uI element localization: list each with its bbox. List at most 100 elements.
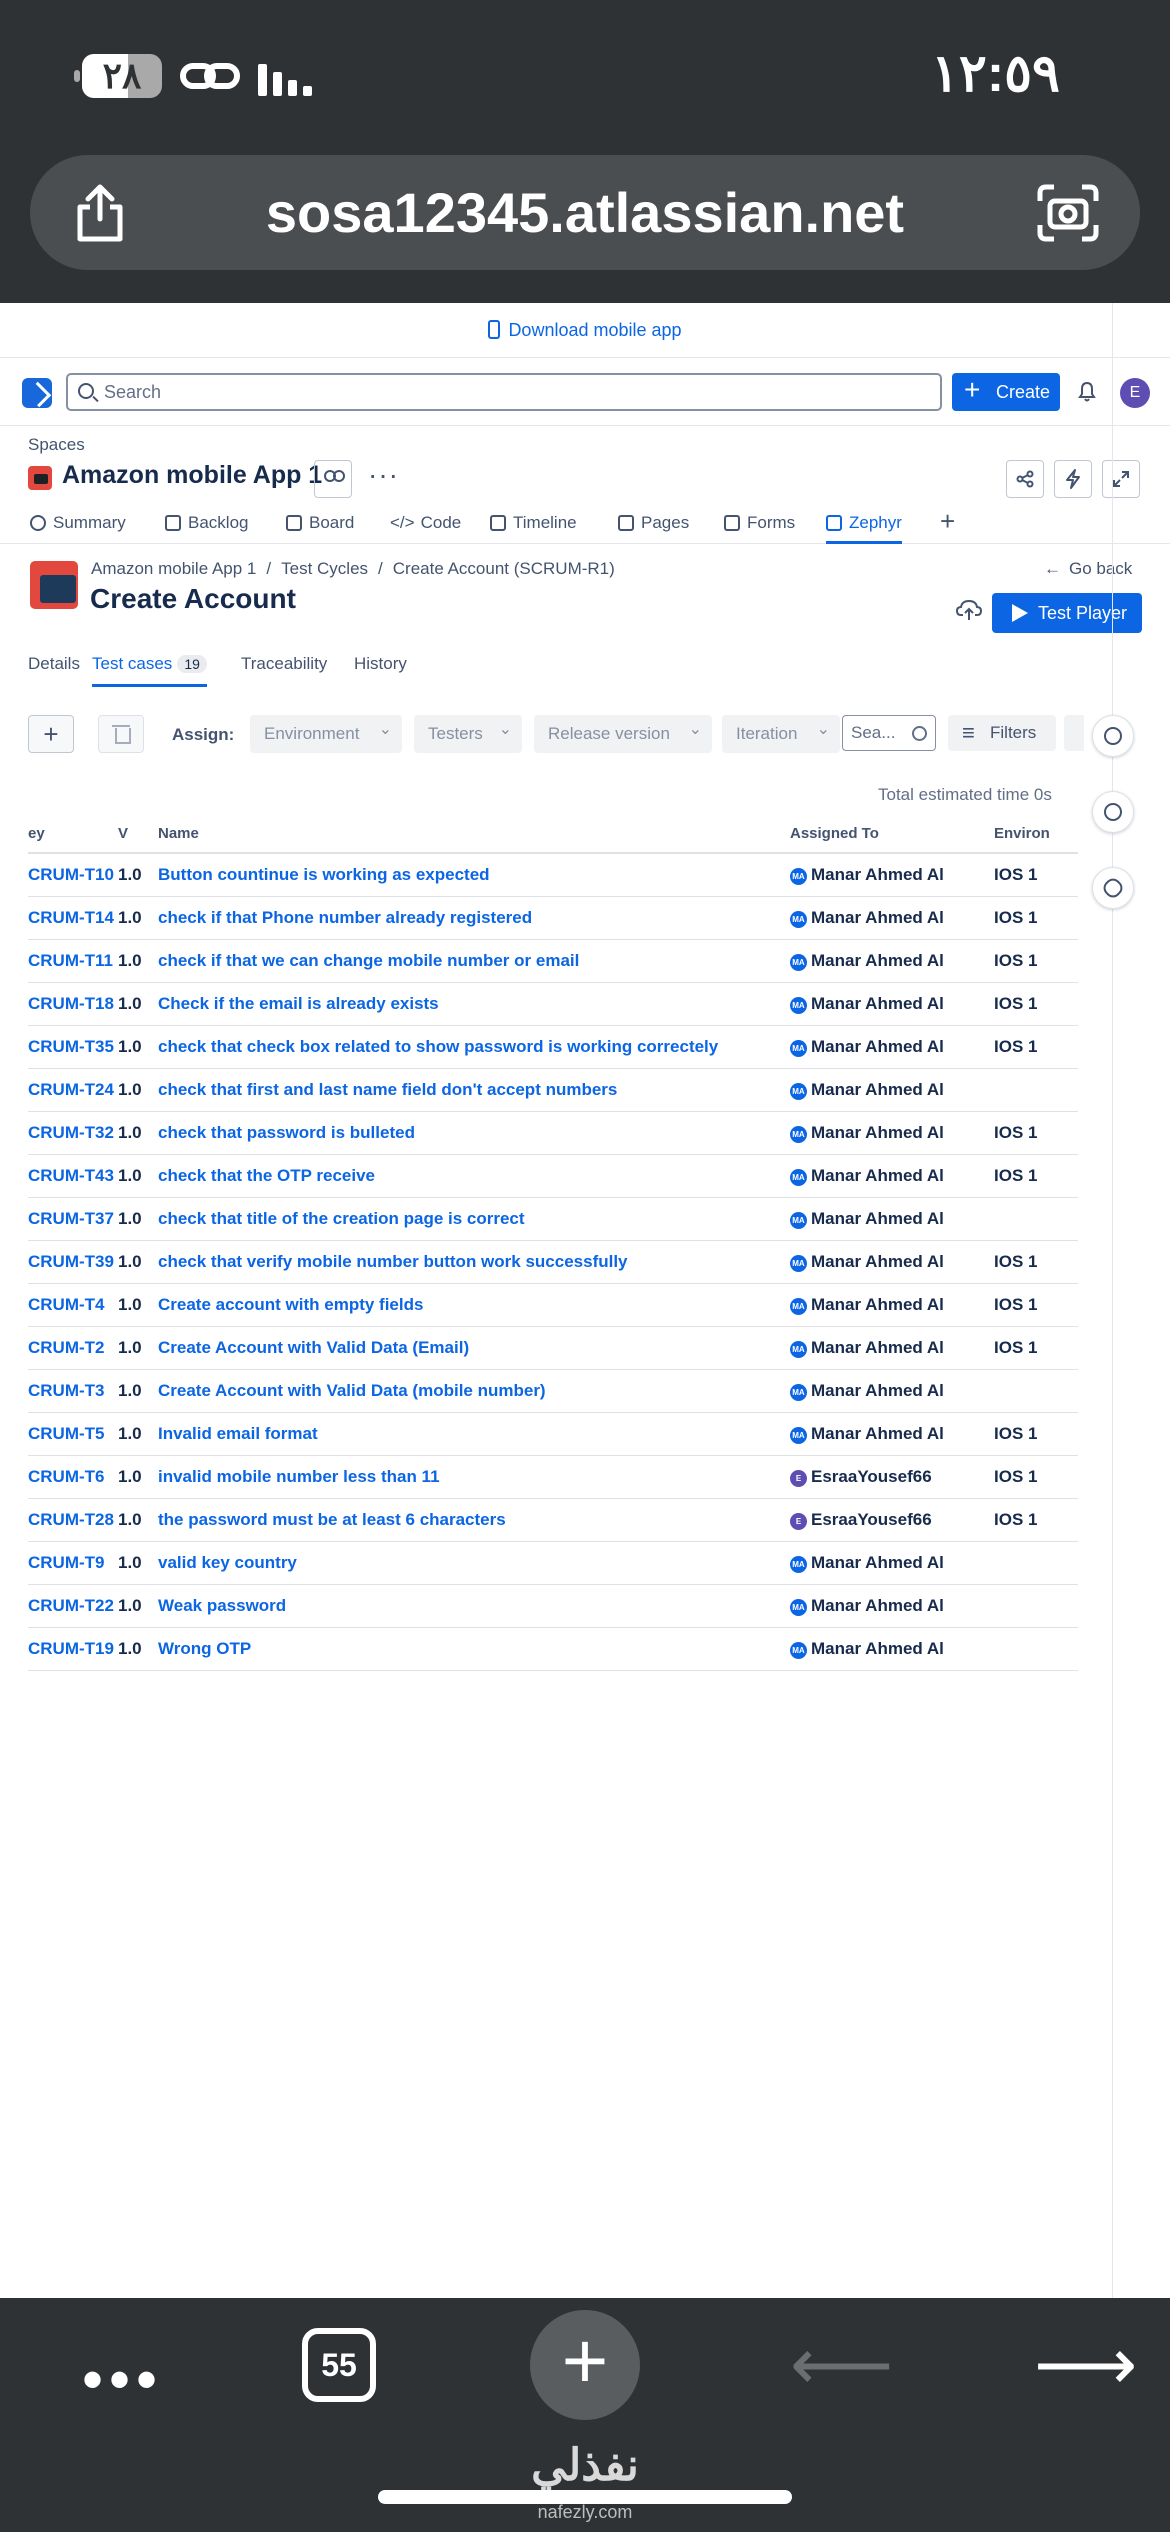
test-case-key-link[interactable]: CRUM-T2 [28, 1326, 118, 1370]
assignee-cell[interactable]: MA Manar Ahmed Al [790, 1412, 994, 1456]
breadcrumb-current[interactable]: Create Account (SCRUM-R1) [393, 559, 615, 578]
test-case-name-link[interactable]: check that check box related to show pas… [158, 1025, 790, 1069]
environment-cell[interactable]: IOS 1 [994, 1240, 1078, 1284]
test-case-name-link[interactable]: Button countinue is working as expected [158, 853, 790, 897]
assignee-cell[interactable]: MA Manar Ahmed Al [790, 1197, 994, 1241]
test-case-key-link[interactable]: CRUM-T4 [28, 1283, 118, 1327]
table-row[interactable]: CRUM-T35 1.0 check that check box related … [28, 1025, 1078, 1069]
test-case-key-link[interactable]: CRUM-T11 [28, 939, 118, 983]
toolbar-overflow-button[interactable] [1064, 715, 1084, 751]
test-case-key-link[interactable]: CRUM-T19 [28, 1627, 118, 1671]
fullscreen-button[interactable] [1102, 460, 1140, 498]
go-back-link[interactable]: Go back [1044, 559, 1132, 579]
environment-cell[interactable]: IOS 1 [994, 1111, 1078, 1155]
tab-zephyr[interactable]: Zephyr [826, 508, 902, 544]
test-case-key-link[interactable]: CRUM-T6 [28, 1455, 118, 1499]
environment-cell[interactable]: IOS 1 [994, 1025, 1078, 1069]
col-name-header[interactable]: Name [158, 815, 790, 854]
camera-lens-icon[interactable] [1036, 183, 1100, 243]
test-case-key-link[interactable]: CRUM-T22 [28, 1584, 118, 1628]
test-case-name-link[interactable]: check that first and last name field don… [158, 1068, 790, 1112]
environment-cell[interactable] [994, 1584, 1078, 1628]
profile-avatar[interactable]: E [1120, 378, 1150, 408]
test-case-key-link[interactable]: CRUM-T10 [28, 853, 118, 897]
environment-cell[interactable]: IOS 1 [994, 853, 1078, 897]
automation-button[interactable] [1054, 460, 1092, 498]
table-row[interactable]: CRUM-T18 1.0 Check if the email is already… [28, 982, 1078, 1026]
test-case-name-link[interactable]: check if that Phone number already regis… [158, 896, 790, 940]
attachments-rail-button[interactable] [1092, 867, 1134, 909]
test-case-key-link[interactable]: CRUM-T28 [28, 1498, 118, 1542]
test-case-key-link[interactable]: CRUM-T3 [28, 1369, 118, 1413]
assignee-cell[interactable]: MA Manar Ahmed Al [790, 1025, 994, 1069]
environment-cell[interactable]: IOS 1 [994, 939, 1078, 983]
table-row[interactable]: CRUM-T22 1.0 Weak password MA Manar Ahmed Al [28, 1584, 1078, 1628]
add-test-case-button[interactable]: + [28, 715, 74, 753]
environment-cell[interactable]: IOS 1 [994, 1455, 1078, 1499]
environment-cell[interactable] [994, 1068, 1078, 1112]
spaces-label[interactable]: Spaces [28, 435, 85, 455]
test-case-key-link[interactable]: CRUM-T32 [28, 1111, 118, 1155]
environment-cell[interactable]: IOS 1 [994, 896, 1078, 940]
add-tab-plus-icon[interactable]: + [940, 508, 955, 544]
tab-code[interactable]: </> Code [390, 508, 461, 544]
filters-button[interactable]: Filters [948, 715, 1056, 751]
project-people-button[interactable] [314, 460, 352, 498]
table-row[interactable]: CRUM-T2 1.0 Create Account with Valid Data… [28, 1326, 1078, 1370]
create-button[interactable]: Create [952, 371, 1060, 411]
test-case-name-link[interactable]: the password must be at least 6 characte… [158, 1498, 790, 1542]
assignee-cell[interactable]: MA Manar Ahmed Al [790, 1111, 994, 1155]
assignee-cell[interactable]: E EsraaYousef66 [790, 1498, 994, 1542]
more-dots-icon[interactable]: ••• [82, 2350, 163, 2410]
address-bar[interactable]: sosa12345.atlassian.net [30, 155, 1140, 270]
assignee-cell[interactable]: MA Manar Ahmed Al [790, 1627, 994, 1671]
test-case-key-link[interactable]: CRUM-T24 [28, 1068, 118, 1112]
table-row[interactable]: CRUM-T32 1.0 check that password is bullet… [28, 1111, 1078, 1155]
jira-logo-icon[interactable] [22, 378, 52, 408]
test-case-name-link[interactable]: check if that we can change mobile numbe… [158, 939, 790, 983]
tab-backlog[interactable]: Backlog [165, 508, 248, 544]
test-case-name-link[interactable]: Create account with empty fields [158, 1283, 790, 1327]
assignee-cell[interactable]: E EsraaYousef66 [790, 1455, 994, 1499]
share-button[interactable] [1006, 460, 1044, 498]
environment-cell[interactable] [994, 1541, 1078, 1585]
test-case-key-link[interactable]: CRUM-T9 [28, 1541, 118, 1585]
table-row[interactable]: CRUM-T6 1.0 invalid mobile number less tha… [28, 1455, 1078, 1499]
tab-pages[interactable]: Pages [618, 508, 689, 544]
subtab-details[interactable]: Details [28, 654, 80, 674]
tab-count-button[interactable]: 55 [302, 2328, 376, 2402]
assignee-cell[interactable]: MA Manar Ahmed Al [790, 1369, 994, 1413]
assignee-cell[interactable]: MA Manar Ahmed Al [790, 1584, 994, 1628]
download-app-link[interactable]: Download mobile app [508, 320, 681, 340]
table-row[interactable]: CRUM-T24 1.0 check that first and last nam… [28, 1068, 1078, 1112]
assignee-cell[interactable]: MA Manar Ahmed Al [790, 1326, 994, 1370]
subtab-history[interactable]: History [354, 654, 407, 674]
test-player-button[interactable]: Test Player [992, 593, 1142, 633]
delete-trash-icon[interactable] [98, 715, 144, 753]
test-case-key-link[interactable]: CRUM-T39 [28, 1240, 118, 1284]
table-row[interactable]: CRUM-T28 1.0 the password must be at least… [28, 1498, 1078, 1542]
test-case-name-link[interactable]: Weak password [158, 1584, 790, 1628]
tab-board[interactable]: Board [286, 508, 354, 544]
test-case-name-link[interactable]: Create Account with Valid Data (mobile n… [158, 1369, 790, 1413]
table-row[interactable]: CRUM-T14 1.0 check if that Phone number al… [28, 896, 1078, 940]
assignee-cell[interactable]: MA Manar Ahmed Al [790, 1283, 994, 1327]
table-row[interactable]: CRUM-T39 1.0 check that verify mobile numb… [28, 1240, 1078, 1284]
test-case-name-link[interactable]: Wrong OTP [158, 1627, 790, 1671]
subtab-traceability[interactable]: Traceability [241, 654, 327, 674]
tab-summary[interactable]: Summary [30, 508, 126, 544]
test-case-key-link[interactable]: CRUM-T18 [28, 982, 118, 1026]
assignee-cell[interactable]: MA Manar Ahmed Al [790, 896, 994, 940]
notifications-bell-icon[interactable] [1078, 382, 1096, 402]
environment-cell[interactable]: IOS 1 [994, 1498, 1078, 1542]
test-case-name-link[interactable]: Invalid email format [158, 1412, 790, 1456]
col-key-header[interactable]: ey [28, 815, 118, 854]
test-case-key-link[interactable]: CRUM-T37 [28, 1197, 118, 1241]
table-row[interactable]: CRUM-T19 1.0 Wrong OTP MA Manar Ahmed Al [28, 1627, 1078, 1671]
global-search-input[interactable]: Search [66, 373, 942, 411]
download-app-banner[interactable]: Download mobile app [0, 303, 1170, 358]
forward-arrow-icon[interactable]: ⟶ [1034, 2322, 1137, 2406]
url-text[interactable]: sosa12345.atlassian.net [30, 155, 1140, 270]
table-row[interactable]: CRUM-T37 1.0 check that title of the creat… [28, 1197, 1078, 1241]
assignee-cell[interactable]: MA Manar Ahmed Al [790, 1068, 994, 1112]
